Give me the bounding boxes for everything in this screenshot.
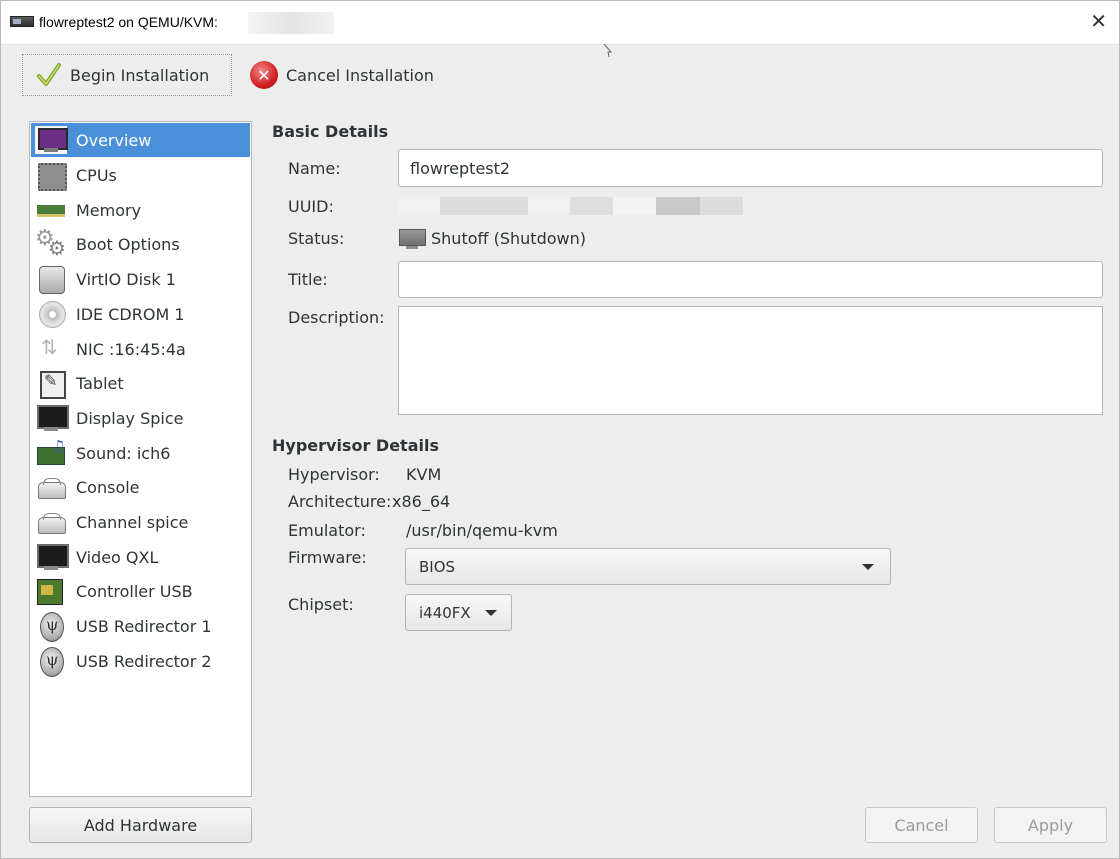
window-title: flowreptest2 on QEMU/KVM: (39, 14, 218, 30)
sidebar-item-label: Controller USB (76, 581, 193, 601)
sidebar-item-label: Boot Options (76, 234, 180, 254)
monitor-icon (35, 126, 68, 154)
firmware-selected-value: BIOS (419, 557, 456, 576)
sound-card-icon (35, 437, 67, 467)
sidebar-item-label: Video QXL (76, 547, 159, 567)
add-hardware-button[interactable]: Add Hardware (29, 807, 252, 843)
usb-controller-icon (35, 577, 67, 605)
description-textarea[interactable] (398, 306, 1103, 415)
sidebar-item-label: Sound: ich6 (76, 443, 171, 463)
hypervisor-details-heading: Hypervisor Details (272, 436, 439, 455)
display-icon (35, 404, 69, 432)
firmware-dropdown[interactable]: BIOS (405, 548, 891, 585)
redacted-host (248, 12, 334, 34)
sidebar-item-boot-options[interactable]: Boot Options (31, 226, 250, 261)
basic-details-heading: Basic Details (272, 122, 389, 141)
sidebar-item-cpus[interactable]: CPUs (31, 158, 250, 192)
cancel-installation-label: Cancel Installation (286, 65, 434, 85)
cdrom-icon (35, 300, 67, 328)
begin-installation-label: Begin Installation (70, 65, 210, 85)
channel-icon (35, 508, 67, 536)
toolbar: Begin Installation ✕ Cancel Installation (1, 46, 1119, 106)
hypervisor-label: Hypervisor: (288, 465, 380, 484)
status-value: Shutoff (Shutdown) (431, 229, 586, 248)
sidebar-item-video-qxl[interactable]: Video QXL (31, 540, 250, 574)
video-icon (35, 543, 69, 571)
sidebar-item-tablet[interactable]: Tablet (31, 366, 250, 400)
sidebar-item-label: Tablet (76, 373, 124, 393)
name-label: Name: (288, 159, 341, 178)
emulator-value: /usr/bin/qemu-kvm (406, 521, 558, 540)
title-bar: flowreptest2 on QEMU/KVM: ✕ (1, 1, 1119, 45)
sidebar-item-virtio-disk-1[interactable]: VirtIO Disk 1 (31, 262, 250, 296)
sidebar-item-channel-spice[interactable]: Channel spice (31, 505, 250, 539)
sidebar-item-ide-cdrom-1[interactable]: IDE CDROM 1 (31, 297, 250, 331)
network-icon (35, 335, 67, 363)
chevron-down-icon (485, 610, 497, 616)
sidebar-item-label: NIC :16:45:4a (76, 339, 186, 359)
sidebar-item-nic[interactable]: NIC :16:45:4a (31, 332, 250, 366)
sidebar-item-usb-redirector-1[interactable]: USB Redirector 1 (31, 609, 250, 643)
cancel-x-icon: ✕ (250, 61, 278, 89)
apply-button[interactable]: Apply (994, 807, 1107, 843)
sidebar-item-label: CPUs (76, 165, 117, 185)
sidebar-item-label: Channel spice (76, 512, 189, 532)
sidebar-item-console[interactable]: Console (31, 470, 250, 504)
sidebar-item-label: IDE CDROM 1 (76, 304, 185, 324)
hardware-list: Overview CPUs Memory Boot Options VirtIO… (29, 121, 252, 797)
title-label: Title: (288, 270, 328, 289)
emulator-label: Emulator: (288, 521, 366, 540)
chipset-label: Chipset: (288, 595, 354, 614)
usb-icon (35, 612, 67, 642)
tablet-icon (35, 369, 67, 399)
usb-icon (35, 647, 67, 677)
architecture-value: x86_64 (392, 492, 451, 511)
sidebar-item-label: USB Redirector 1 (76, 616, 212, 636)
chipset-dropdown[interactable]: i440FX (405, 594, 512, 631)
name-field[interactable]: flowreptest2 (398, 149, 1103, 187)
sidebar-item-label: Overview (76, 130, 152, 150)
begin-installation-button[interactable]: Begin Installation (22, 54, 232, 96)
sidebar-item-display-spice[interactable]: Display Spice (31, 401, 250, 435)
memory-module-icon (35, 196, 67, 224)
serial-console-icon (35, 473, 67, 501)
firmware-label: Firmware: (288, 548, 367, 567)
sidebar-item-label: VirtIO Disk 1 (76, 269, 176, 289)
checkmark-icon (37, 63, 61, 86)
architecture-label: Architecture: (288, 492, 392, 511)
virt-manager-icon (10, 16, 34, 27)
sidebar-item-label: Console (76, 477, 140, 497)
sidebar-item-label: Memory (76, 200, 142, 220)
close-window-button[interactable]: ✕ (1090, 10, 1107, 32)
vm-details-window: flowreptest2 on QEMU/KVM: ✕ Begin Instal… (0, 0, 1120, 859)
sidebar-item-label: USB Redirector 2 (76, 651, 212, 671)
sidebar-item-label: Display Spice (76, 408, 184, 428)
hard-disk-icon (35, 265, 67, 294)
cpu-chip-icon (35, 161, 67, 191)
description-label: Description: (288, 308, 385, 327)
title-field[interactable] (398, 261, 1103, 298)
cancel-installation-button[interactable]: ✕ Cancel Installation (248, 54, 458, 96)
uuid-label: UUID: (288, 197, 334, 216)
gears-icon (35, 226, 67, 260)
status-label: Status: (288, 229, 345, 248)
cancel-button[interactable]: Cancel (865, 807, 978, 843)
sidebar-item-sound[interactable]: Sound: ich6 (31, 436, 250, 470)
sidebar-item-controller-usb[interactable]: Controller USB (31, 574, 250, 608)
shutoff-monitor-icon (398, 228, 426, 250)
sidebar-item-memory[interactable]: Memory (31, 193, 250, 227)
hypervisor-value: KVM (406, 465, 442, 484)
chevron-down-icon (862, 564, 874, 570)
sidebar-item-overview[interactable]: Overview (31, 123, 250, 157)
sidebar-item-usb-redirector-2[interactable]: USB Redirector 2 (31, 644, 250, 678)
chipset-selected-value: i440FX (419, 603, 471, 622)
